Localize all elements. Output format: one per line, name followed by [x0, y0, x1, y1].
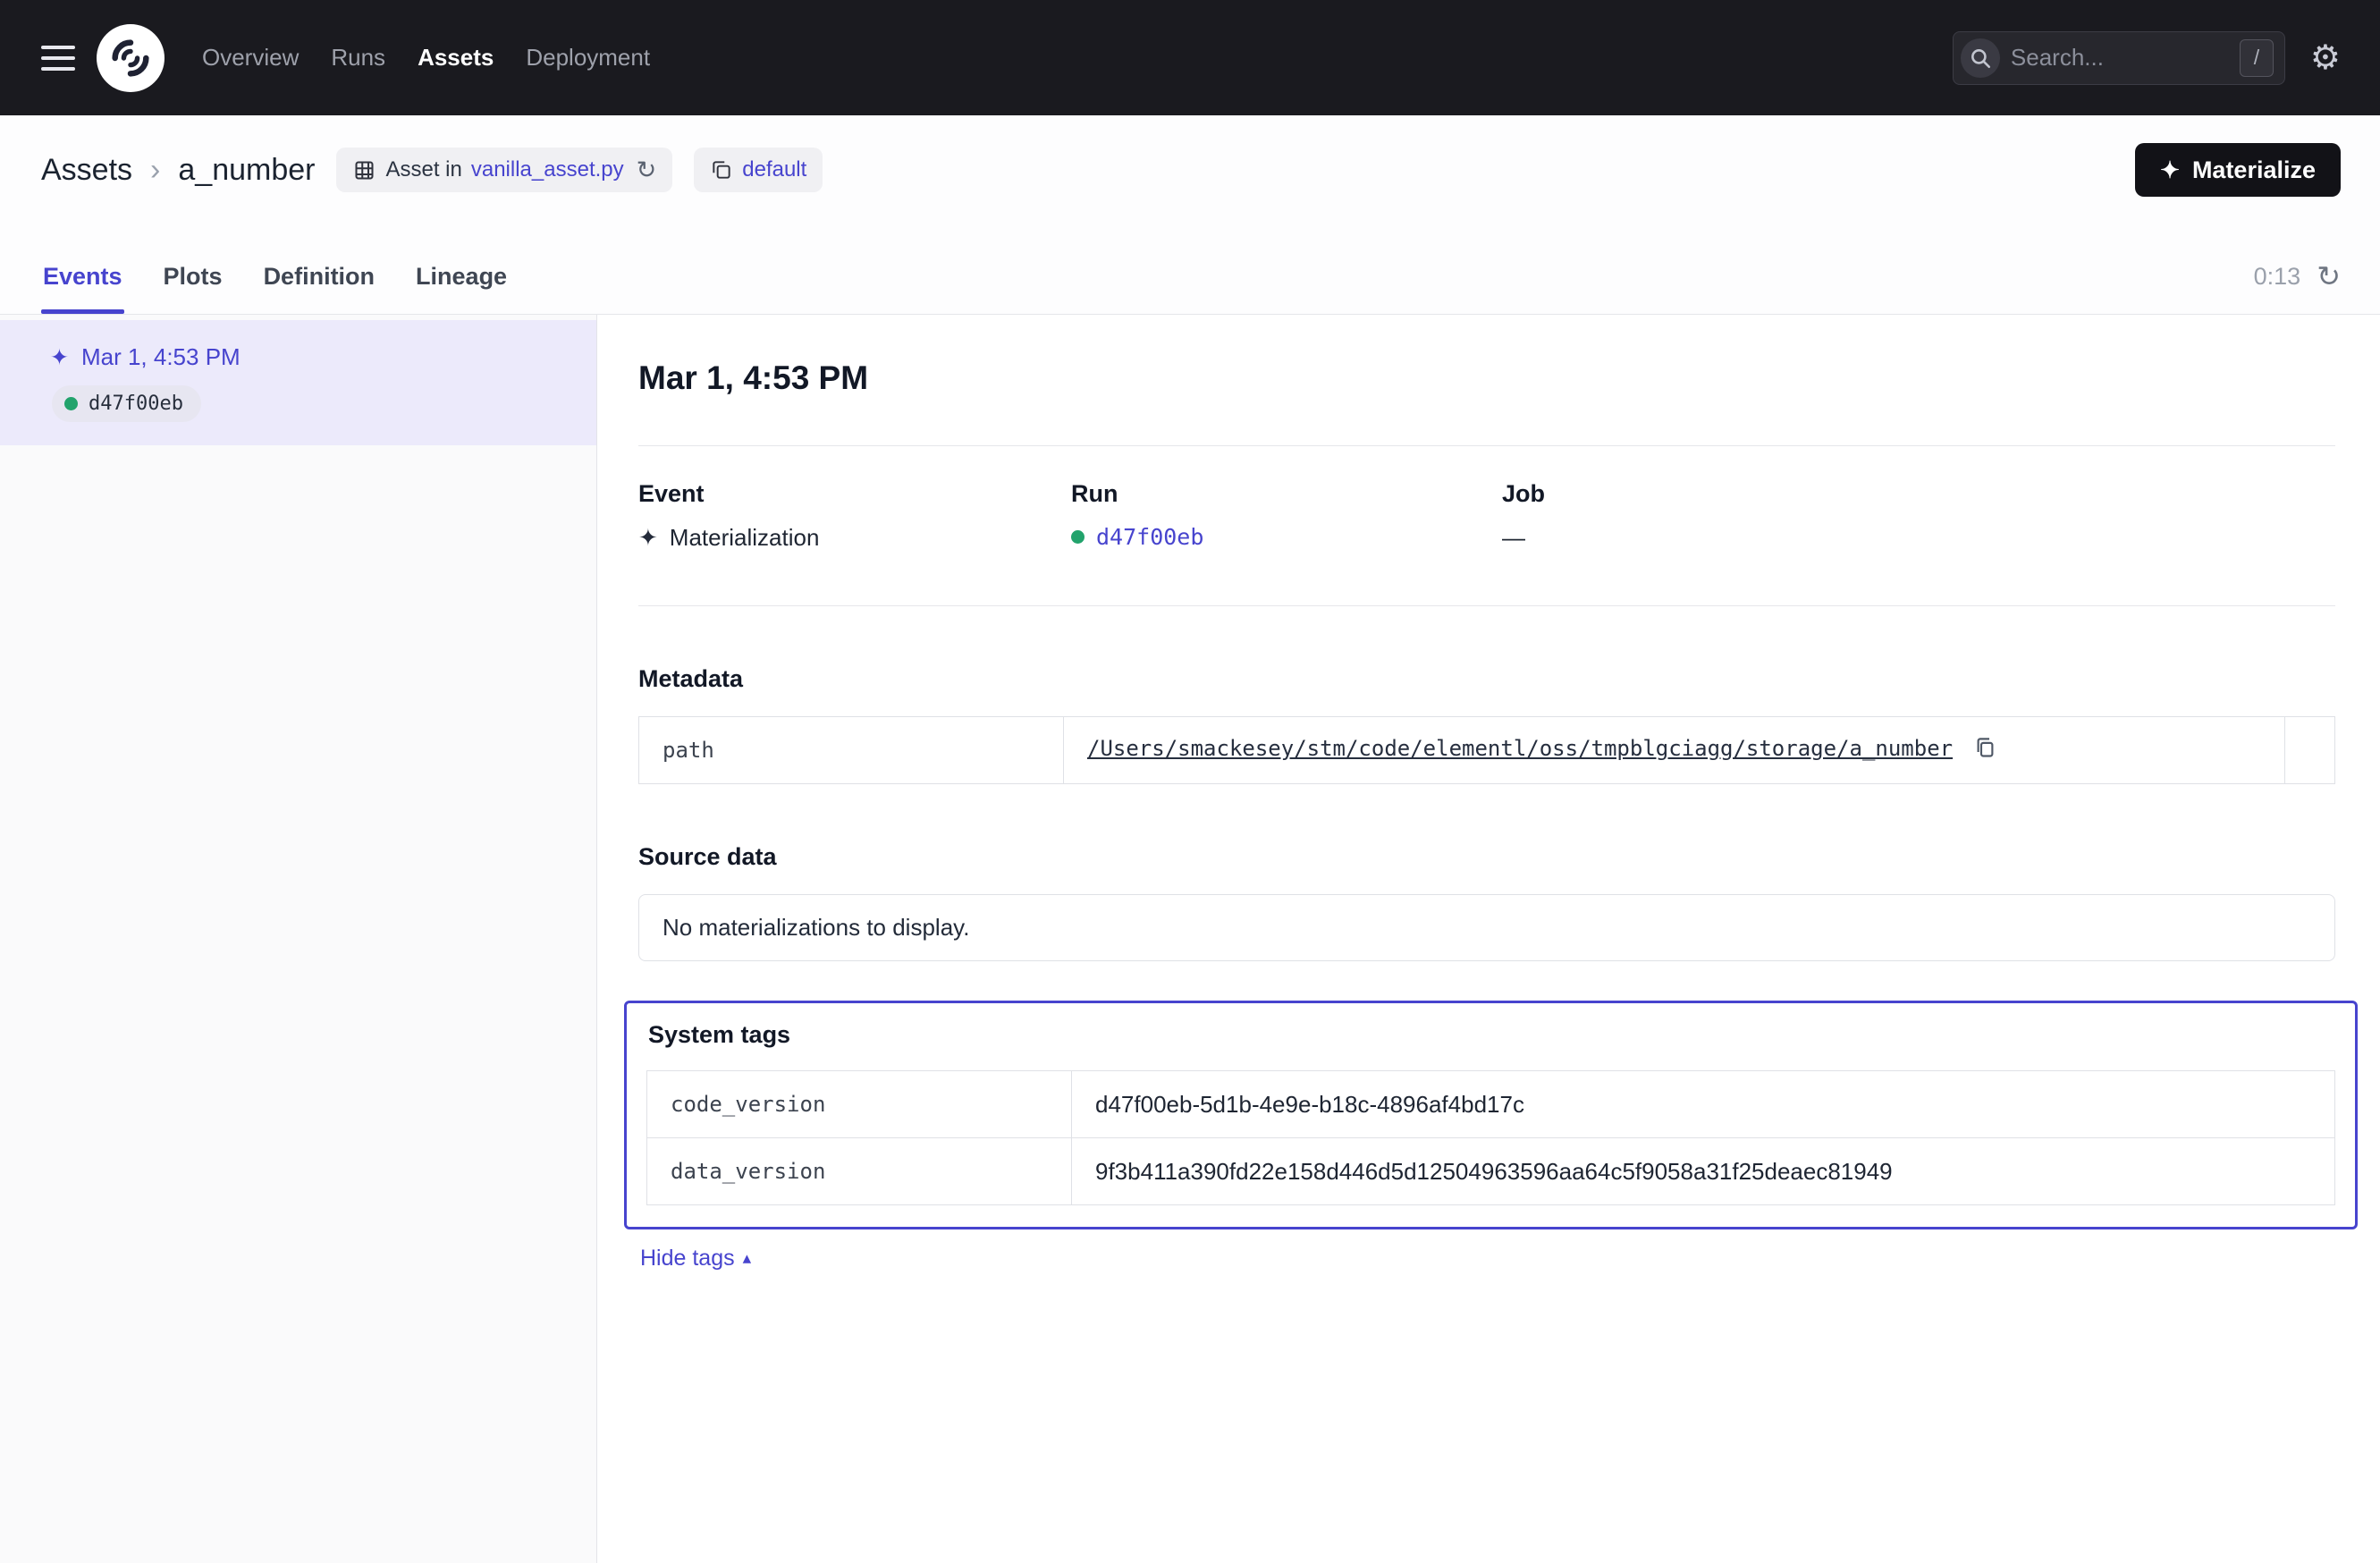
nav-deployment[interactable]: Deployment [526, 44, 650, 72]
event-summary: Event ✦ Materialization Run d47f00eb Job [638, 480, 2335, 552]
breadcrumb-current-asset: a_number [178, 153, 315, 188]
settings-gear-icon[interactable]: ⚙ [2310, 41, 2341, 75]
tag-key: data_version [647, 1138, 1072, 1205]
materialization-icon: ✦ [638, 524, 658, 552]
system-tags-table: code_version d47f00eb-5d1b-4e9e-b18c-489… [646, 1070, 2335, 1205]
run-label: Run [1071, 480, 1502, 508]
app-root: Overview Runs Assets Deployment / ⚙ Asse… [0, 0, 2380, 1563]
refresh-icon[interactable]: ↻ [2317, 262, 2341, 291]
event-label: Event [638, 480, 1071, 508]
tag-value: 9f3b411a390fd22e158d446d5d12504963596aa6… [1095, 1158, 1893, 1185]
system-tags-section: System tags code_version d47f00eb-5d1b-4… [624, 1001, 2358, 1229]
refresh-area: 0:13 ↻ [2254, 262, 2341, 314]
event-value: Materialization [670, 524, 820, 552]
tag-key: code_version [647, 1071, 1072, 1138]
tab-plots[interactable]: Plots [162, 263, 224, 314]
breadcrumb-assets-link[interactable]: Assets [41, 153, 132, 188]
top-navigation: Overview Runs Assets Deployment [202, 44, 650, 72]
asset-file-link[interactable]: vanilla_asset.py [471, 157, 624, 182]
topbar-right: / ⚙ [1953, 31, 2341, 85]
nav-runs[interactable]: Runs [331, 44, 385, 72]
tab-definition[interactable]: Definition [262, 263, 376, 314]
table-row: data_version 9f3b411a390fd22e158d446d5d1… [647, 1138, 2335, 1205]
run-badge[interactable]: d47f00eb [52, 385, 201, 422]
breadcrumb-chevron-icon: › [150, 153, 160, 188]
metadata-actions-cell [2285, 717, 2335, 784]
tab-events[interactable]: Events [41, 263, 124, 314]
materialize-button[interactable]: ✦ Materialize [2135, 143, 2341, 197]
job-label: Job [1502, 480, 1545, 508]
event-list-item[interactable]: ✦ Mar 1, 4:53 PM d47f00eb [0, 320, 596, 445]
group-link[interactable]: default [742, 157, 806, 182]
metadata-table: path /Users/smackesey/stm/code/elementl/… [638, 716, 2335, 784]
table-row: path /Users/smackesey/stm/code/elementl/… [639, 717, 2335, 784]
summary-event-column: Event ✦ Materialization [638, 480, 1071, 552]
events-sidebar: ✦ Mar 1, 4:53 PM d47f00eb [0, 315, 597, 1563]
materialization-sparkle-icon: ✦ [50, 344, 69, 371]
group-icon [710, 158, 733, 182]
event-title: Mar 1, 4:53 PM [638, 359, 2335, 397]
content-area: ✦ Mar 1, 4:53 PM d47f00eb Mar 1, 4:53 PM… [0, 315, 2380, 1563]
tag-value: d47f00eb-5d1b-4e9e-b18c-4896af4bd17c [1095, 1091, 1524, 1118]
refresh-countdown: 0:13 [2254, 263, 2301, 291]
summary-run-column: Run d47f00eb [1071, 480, 1502, 552]
tabs-bar: Events Plots Definition Lineage 0:13 ↻ [41, 233, 2341, 314]
job-value: — [1502, 524, 1545, 552]
reload-definitions-icon[interactable]: ↻ [637, 156, 657, 184]
path-value-link[interactable]: /Users/smackesey/stm/code/elementl/oss/t… [1087, 736, 1953, 761]
nav-assets[interactable]: Assets [418, 44, 494, 72]
tab-lineage[interactable]: Lineage [414, 263, 509, 314]
copy-icon[interactable] [1973, 736, 1997, 765]
system-tags-heading: System tags [648, 1021, 2335, 1049]
divider [638, 605, 2335, 606]
materialize-label: Materialize [2192, 156, 2316, 184]
dagster-swirl-icon [107, 35, 154, 81]
menu-button[interactable] [39, 40, 77, 76]
metadata-heading: Metadata [638, 665, 2335, 693]
run-id: d47f00eb [89, 393, 183, 415]
hide-tags-label: Hide tags [640, 1246, 735, 1272]
source-data-heading: Source data [638, 843, 2335, 871]
event-timestamp-row: ✦ Mar 1, 4:53 PM [50, 343, 575, 371]
source-data-empty-message: No materializations to display. [638, 894, 2335, 961]
asset-origin-badge: Asset in vanilla_asset.py ↻ [336, 148, 672, 192]
hide-tags-link[interactable]: Hide tags ▴ [640, 1246, 751, 1272]
run-status-dot [1071, 530, 1085, 544]
event-detail-panel: Mar 1, 4:53 PM Event ✦ Materialization R… [597, 315, 2380, 1563]
asset-origin-prefix: Asset in [385, 157, 461, 182]
search-icon [1961, 38, 2000, 78]
grid-icon [352, 158, 376, 182]
run-id-link[interactable]: d47f00eb [1096, 524, 1203, 550]
divider [638, 445, 2335, 446]
page-header: Assets › a_number Asset in vanilla_asset… [0, 115, 2380, 315]
summary-job-column: Job — [1502, 480, 1545, 552]
table-row: code_version d47f00eb-5d1b-4e9e-b18c-489… [647, 1071, 2335, 1138]
search-shortcut-key: / [2240, 39, 2274, 77]
run-status-dot [64, 397, 78, 410]
search-input[interactable] [2011, 44, 2240, 72]
metadata-key: path [639, 717, 1064, 784]
search-box[interactable]: / [1953, 31, 2285, 85]
dagster-logo [97, 24, 165, 92]
caret-up-icon: ▴ [743, 1248, 752, 1269]
breadcrumb: Assets › a_number Asset in vanilla_asset… [41, 140, 2341, 199]
materialize-sparkle-icon: ✦ [2160, 156, 2180, 184]
nav-overview[interactable]: Overview [202, 44, 299, 72]
topbar: Overview Runs Assets Deployment / ⚙ [0, 0, 2380, 115]
asset-group-badge: default [694, 148, 823, 192]
event-timestamp: Mar 1, 4:53 PM [81, 343, 241, 371]
